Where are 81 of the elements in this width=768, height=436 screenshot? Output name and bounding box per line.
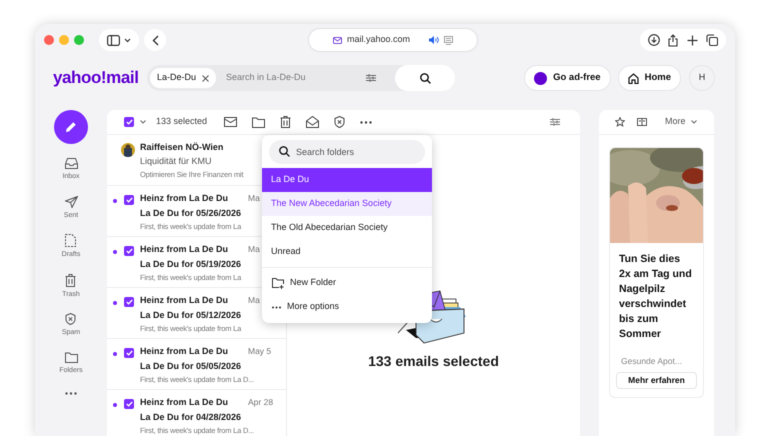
close-window-icon[interactable] <box>44 35 54 45</box>
caret-icon <box>690 120 697 124</box>
pencil-icon <box>65 121 77 133</box>
home-button[interactable]: Home <box>618 65 681 91</box>
search-button[interactable] <box>395 65 455 91</box>
advertiser-name: Gesunde Apot... <box>621 355 683 368</box>
folder-menu-item[interactable]: La De Du <box>262 168 432 192</box>
more-icon[interactable] <box>360 120 372 124</box>
subject: La De Du for 05/19/2026 <box>140 258 242 270</box>
compose-button[interactable] <box>54 110 88 144</box>
draft-icon[interactable] <box>65 234 76 247</box>
sidebar-icon <box>107 34 120 46</box>
mail-icon <box>332 36 342 44</box>
checkbox[interactable] <box>124 246 134 256</box>
spam-icon[interactable] <box>65 313 76 325</box>
sender-name: Heinz from La De Du <box>140 396 228 408</box>
avatar[interactable]: H <box>689 65 715 91</box>
sender-name: Heinz from La De Du <box>140 294 228 306</box>
envelope-icon[interactable] <box>224 117 237 127</box>
sidebar-toggle-button[interactable] <box>99 29 139 51</box>
ad-free-button[interactable]: Go ad-free <box>524 65 611 91</box>
search-filter-chip[interactable]: La-De-Du <box>150 68 216 88</box>
sender-name: Heinz from La De Du <box>140 192 228 204</box>
checkbox[interactable] <box>124 348 134 358</box>
ad-headline[interactable]: Tun Sie dies 2x am Tag und Nagelpilz verschwindet bis zum Sommer <box>619 252 694 342</box>
new-folder-icon <box>272 278 284 288</box>
close-icon[interactable] <box>202 74 210 82</box>
caret-icon <box>124 38 131 42</box>
download-icon[interactable] <box>648 34 660 46</box>
checkbox[interactable] <box>124 399 134 409</box>
ad-card[interactable]: Tun Sie dies 2x am Tag und Nagelpilz verschwindet bis zum Sommer Gesunde Apot... Mehr erfahren <box>609 147 704 398</box>
sender-name: Raiffeisen NÖ-Wien <box>140 141 224 153</box>
search-icon <box>279 146 290 156</box>
select-all-checkbox[interactable] <box>124 117 134 127</box>
subject: La De Du for 04/28/2026 <box>140 410 242 423</box>
star-icon[interactable] <box>615 117 625 127</box>
more-button[interactable]: More <box>665 115 697 129</box>
url-text: mail.yahoo.com <box>346 33 410 46</box>
spam-icon[interactable] <box>334 116 345 128</box>
folder-menu-item[interactable]: The New Abecedarian Society <box>262 192 432 216</box>
message-date: May 5 <box>248 345 272 358</box>
selection-summary: 133 emails selected <box>368 352 499 371</box>
folder-icon[interactable] <box>252 116 265 128</box>
menu-action[interactable]: More options <box>287 300 340 314</box>
checkbox[interactable] <box>124 297 134 307</box>
subject: Liquidität für KMU <box>140 155 212 167</box>
more-icon <box>272 306 281 308</box>
filter-icon[interactable] <box>366 74 376 82</box>
learn-more-button[interactable]: Mehr erfahren <box>616 372 697 389</box>
search-icon <box>420 72 430 84</box>
share-icon[interactable] <box>668 34 678 46</box>
sort-icon[interactable] <box>550 118 560 126</box>
speaker-icon[interactable] <box>429 36 440 44</box>
back-button[interactable] <box>144 29 166 51</box>
address-bar[interactable]: mail.yahoo.com <box>309 29 477 51</box>
search-folders-field[interactable]: Search folders <box>269 140 425 164</box>
checkbox[interactable] <box>124 195 134 205</box>
caret-icon[interactable] <box>140 120 146 124</box>
tabs-icon[interactable] <box>706 34 718 46</box>
subject: La De Du for 05/12/2026 <box>140 308 242 321</box>
message-date: Apr 28 <box>248 396 274 409</box>
folder-icon[interactable] <box>64 352 78 362</box>
selected-count: 133 selected <box>156 115 208 128</box>
inbox-icon[interactable] <box>64 158 78 169</box>
new-tab-icon[interactable] <box>686 34 698 46</box>
search-field[interactable]: Search in La-De-Du <box>226 71 366 85</box>
logo[interactable]: yahoo!mail <box>53 65 147 91</box>
sender-name: Heinz from La De Du <box>140 243 228 256</box>
reader-icon[interactable] <box>637 118 647 126</box>
paper-plane-icon[interactable] <box>64 196 78 208</box>
trash-icon[interactable] <box>280 116 291 128</box>
home-icon <box>628 72 639 84</box>
more-icon[interactable] <box>65 392 77 395</box>
sender-name: Heinz from La De Du <box>140 345 228 358</box>
ad-free-icon <box>534 72 548 84</box>
subject: La De Du for 05/26/2026 <box>140 206 242 219</box>
trash-icon[interactable] <box>65 274 76 286</box>
subject: La De Du for 05/05/2026 <box>140 360 242 372</box>
menu-action[interactable]: New Folder <box>290 276 336 290</box>
message-date: Ma <box>248 294 261 307</box>
open-envelope-icon[interactable] <box>306 116 319 128</box>
